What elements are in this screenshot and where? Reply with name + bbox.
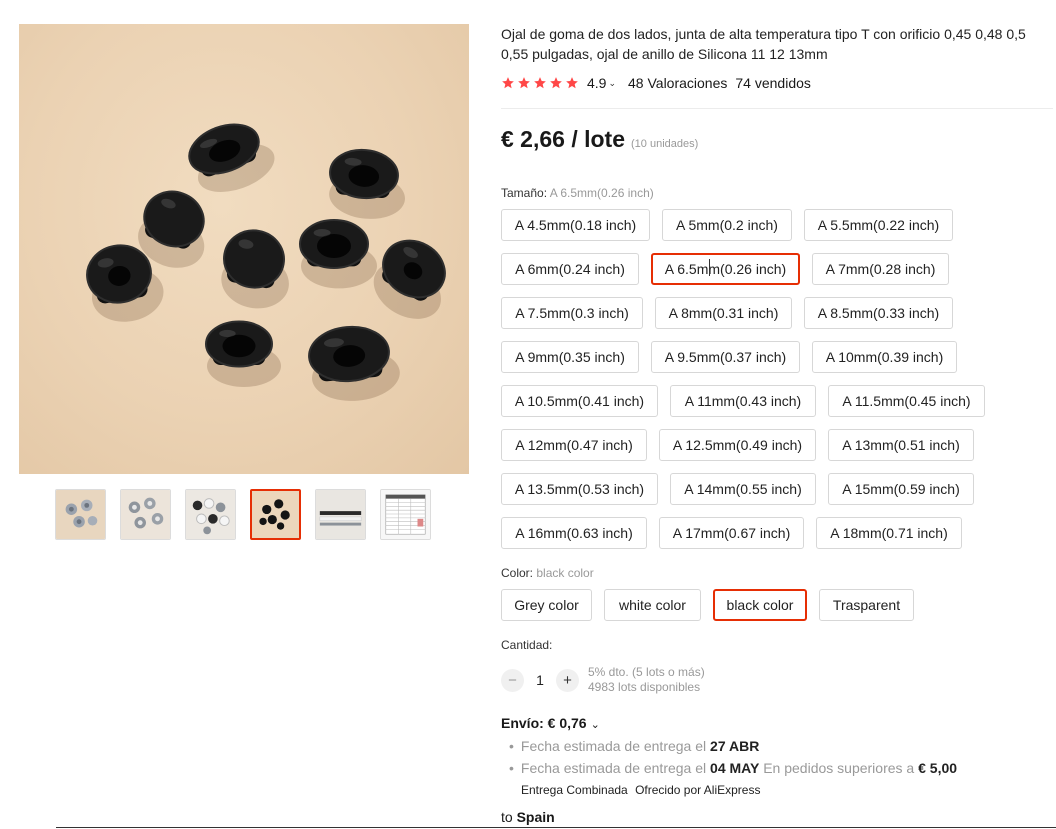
size-selected-value: A 6.5mm(0.26 inch) [549, 186, 654, 200]
size-option[interactable]: A 11.5mm(0.45 inch) [828, 385, 985, 417]
size-option[interactable]: A 12mm(0.47 inch) [501, 429, 647, 461]
divider [501, 108, 1053, 109]
size-option[interactable]: A 7.5mm(0.3 inch) [501, 297, 643, 329]
bulk-discount-text: 5% dto. (5 lots o más) [588, 665, 705, 679]
size-option[interactable]: A 14mm(0.55 inch) [670, 473, 816, 505]
shipping-cost[interactable]: Envío: € 0,76 ⌄ [501, 715, 600, 731]
combined-delivery: Entrega Combinada Ofrecido por AliExpres… [521, 783, 760, 797]
thumbnail-5[interactable] [315, 489, 366, 540]
star-icon [518, 77, 530, 89]
size-option[interactable]: A 9mm(0.35 inch) [501, 341, 639, 373]
quantity-plus-button[interactable]: + [556, 668, 579, 692]
star-icon [550, 77, 562, 89]
size-option[interactable]: A 9.5mm(0.37 inch) [651, 341, 800, 373]
main-product-image[interactable] [19, 24, 469, 474]
color-option[interactable]: Grey color [501, 589, 592, 621]
price-unit: (10 unidades) [631, 138, 699, 150]
product-title: Ojal de goma de dos lados, junta de alta… [501, 26, 1026, 62]
quantity-label: Cantidad: [501, 638, 553, 652]
rating-row: 4.9 ⌄ 48 Valoraciones 74 vendidos [501, 73, 811, 93]
size-option[interactable]: A 4.5mm(0.18 inch) [501, 209, 650, 241]
size-option-selected[interactable]: A 6.5mm(0.26 inch) [651, 253, 800, 285]
thumbnail-2[interactable] [120, 489, 171, 540]
size-option[interactable]: A 10.5mm(0.41 inch) [501, 385, 658, 417]
chevron-down-icon[interactable]: ⌄ [591, 718, 600, 731]
size-option[interactable]: A 5.5mm(0.22 inch) [804, 209, 953, 241]
color-label: Color: black color [501, 566, 594, 580]
grommets-photo [86, 123, 446, 401]
color-option-selected[interactable]: black color [713, 589, 807, 621]
color-option[interactable]: Trasparent [819, 589, 914, 621]
chevron-down-icon[interactable]: ⌄ [608, 78, 616, 89]
star-icon [534, 77, 546, 89]
reviews-count[interactable]: 48 Valoraciones [628, 75, 727, 91]
combined-delivery-text: Entrega Combinada [521, 783, 628, 797]
ship-to-prefix: to [501, 809, 513, 825]
size-option[interactable]: A 17mm(0.67 inch) [659, 517, 804, 549]
rating-value[interactable]: 4.9 [587, 75, 606, 91]
thumbnail-6[interactable] [380, 489, 431, 540]
thumbnail-3[interactable] [185, 489, 236, 540]
color-option[interactable]: white color [604, 589, 701, 621]
size-option[interactable]: A 15mm(0.59 inch) [828, 473, 974, 505]
star-icon [566, 77, 578, 89]
size-label: Tamaño: A 6.5mm(0.26 inch) [501, 186, 654, 200]
size-option[interactable]: A 8.5mm(0.33 inch) [804, 297, 953, 329]
delivery-min-amount: € 5,00 [918, 760, 958, 776]
bottom-border [56, 827, 1056, 828]
quantity-input[interactable]: 1 [524, 672, 556, 688]
size-option[interactable]: A 18mm(0.71 inch) [816, 517, 962, 549]
size-option[interactable]: A 10mm(0.39 inch) [812, 341, 957, 373]
delivery-date: 04 MAY [710, 760, 760, 776]
delivery-estimate-1: • Fecha estimada de entrega el 27 ABR [509, 738, 760, 754]
offered-by-text: Ofrecido por AliExpress [635, 783, 761, 797]
ship-to-country: Spain [516, 809, 555, 825]
size-option[interactable]: A 13mm(0.51 inch) [828, 429, 974, 461]
size-option[interactable]: A 6mm(0.24 inch) [501, 253, 639, 285]
quantity-minus-button[interactable]: − [501, 668, 524, 692]
delivery-date: 27 ABR [710, 738, 760, 754]
size-option[interactable]: A 11mm(0.43 inch) [670, 385, 816, 417]
size-option[interactable]: A 16mm(0.63 inch) [501, 517, 647, 549]
stock-available-text: 4983 lots disponibles [588, 680, 701, 694]
thumbnail-strip [55, 489, 435, 543]
thumbnail-1[interactable] [55, 489, 106, 540]
delivery-text: Fecha estimada de entrega el [520, 760, 707, 776]
size-label-text: Tamaño: [501, 186, 548, 200]
delivery-estimate-2: • Fecha estimada de entrega el 04 MAY En … [509, 760, 958, 776]
star-icon [502, 77, 514, 89]
quantity-stepper: − 1 + 5% dto. (5 lots o más) 4983 lots d… [501, 665, 705, 695]
size-option[interactable]: A 7mm(0.28 inch) [812, 253, 949, 285]
color-selected-value: black color [536, 566, 594, 580]
price-row: € 2,66 / lote (10 unidades) [501, 126, 698, 153]
sold-count: 74 vendidos [735, 75, 811, 91]
text-cursor [709, 259, 710, 276]
size-option[interactable]: A 8mm(0.31 inch) [655, 297, 792, 329]
quantity-info: 5% dto. (5 lots o más) 4983 lots disponi… [588, 665, 705, 695]
delivery-condition: En pedidos superiores a [763, 760, 915, 776]
shipping-label: Envío: € 0,76 [501, 715, 587, 731]
size-option[interactable]: A 12.5mm(0.49 inch) [659, 429, 816, 461]
size-option[interactable]: A 5mm(0.2 inch) [662, 209, 792, 241]
price: € 2,66 / lote [501, 126, 626, 152]
size-option[interactable]: A 13.5mm(0.53 inch) [501, 473, 658, 505]
delivery-text: Fecha estimada de entrega el [520, 738, 707, 754]
ship-to[interactable]: to Spain [501, 809, 555, 825]
thumbnail-4[interactable] [250, 489, 301, 540]
color-label-text: Color: [501, 566, 534, 580]
rating-stars [501, 76, 579, 90]
